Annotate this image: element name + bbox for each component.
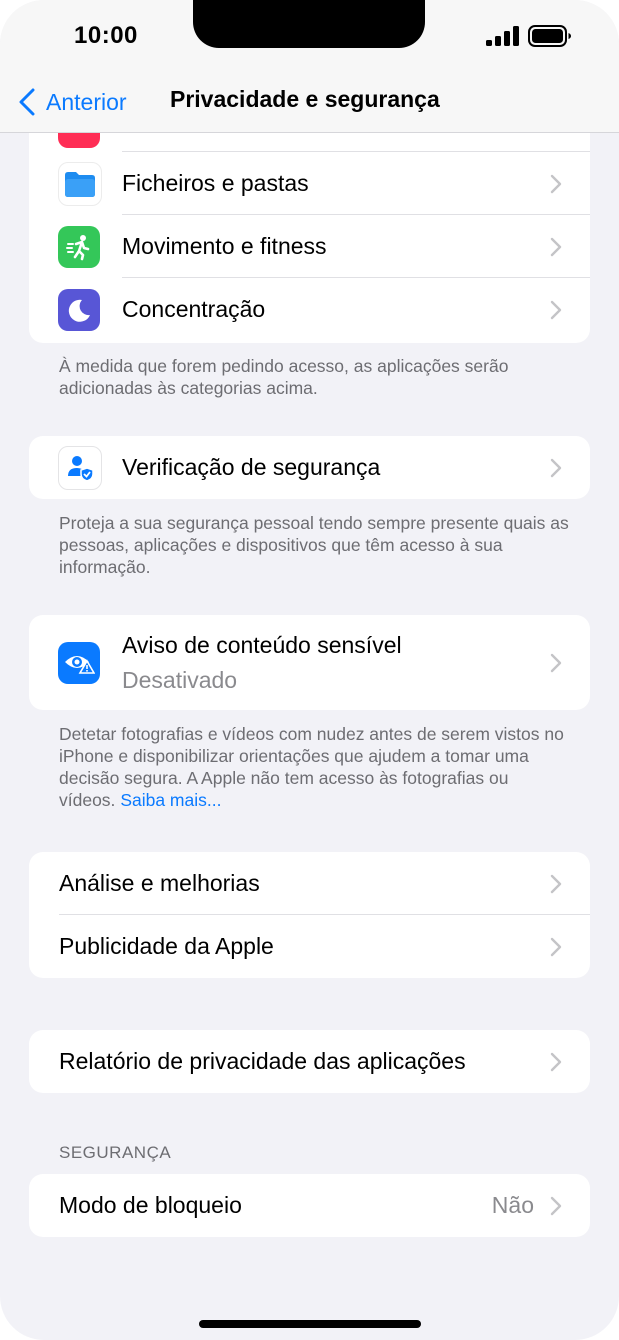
chevron-right-icon [550,1052,562,1071]
list-item-apple-advertising[interactable]: Publicidade da Apple [29,915,590,978]
list-item-label: Movimento e fitness [122,233,327,259]
chevron-right-icon [550,237,562,256]
security-card: Modo de bloqueio Não [29,1174,590,1237]
list-item-files-folders[interactable]: Ficheiros e pastas [29,152,590,215]
status-time: 10:00 [74,22,138,49]
back-button[interactable]: Anterior [18,84,127,120]
back-button-label: Anterior [46,88,127,115]
lockdown-mode-value: Não [491,1192,534,1218]
chevron-left-icon [19,88,35,116]
moon-icon [58,288,100,331]
battery-icon [528,25,571,47]
app-privacy-report-card: Relatório de privacidade das aplicações [29,1030,590,1093]
apps-group-card: Ficheiros e pastas Movimento e fitness C… [29,100,590,343]
app-privacy-report-label: Relatório de privacidade das aplicações [59,1048,466,1074]
top-bar: 10:00 Anterior Privacidade e segurança [0,0,619,133]
list-item-label: Publicidade da Apple [59,933,274,959]
sensitive-content-status: Desativado [122,667,238,693]
analytics-group-card: Análise e melhorias Publicidade da Apple [29,852,590,978]
sensitive-content-footer: Detetar fotografias e vídeos com nudez a… [59,723,569,811]
chevron-right-icon [550,1196,562,1215]
folder-icon [58,161,102,206]
chevron-right-icon [550,937,562,956]
cellular-signal-icon [486,26,519,46]
security-section-header: SEGURANÇA [59,1143,172,1162]
app-privacy-report-row[interactable]: Relatório de privacidade das aplicações [29,1030,590,1093]
page-title: Privacidade e segurança [170,86,440,112]
running-figure-icon [58,225,100,268]
apps-group-footer: À medida que forem pedindo acesso, as ap… [59,356,509,398]
list-item-motion-fitness[interactable]: Movimento e fitness [29,215,590,278]
chevron-right-icon [550,874,562,893]
list-item-label: Concentração [122,296,266,322]
list-item-analytics[interactable]: Análise e melhorias [29,852,590,915]
chevron-right-icon [550,174,562,193]
lockdown-mode-row[interactable]: Modo de bloqueio Não [29,1174,590,1237]
person-shield-icon [58,445,102,490]
learn-more-link[interactable]: Saiba mais... [120,790,221,810]
home-indicator[interactable] [199,1320,421,1328]
notch [193,0,425,48]
chevron-right-icon [550,458,562,477]
chevron-right-icon [550,300,562,319]
sensitive-content-label: Aviso de conteúdo sensível [122,632,402,658]
list-item-label: Ficheiros e pastas [122,170,309,196]
safety-check-footer: Proteja a sua segurança pessoal tendo se… [59,513,569,577]
phone-screen: Ficheiros e pastas Movimento e fitness C… [0,0,619,1340]
safety-check-label: Verificação de segurança [122,454,381,480]
sensitive-content-card: Aviso de conteúdo sensível Desativado [29,615,590,710]
lockdown-mode-label: Modo de bloqueio [59,1192,242,1218]
eye-warning-icon [58,642,100,684]
chevron-right-icon [550,653,562,672]
safety-check-row[interactable]: Verificação de segurança [29,436,590,499]
list-item-focus[interactable]: Concentração [29,278,590,341]
safety-check-card: Verificação de segurança [29,436,590,499]
sensitive-content-row[interactable]: Aviso de conteúdo sensível Desativado [29,615,590,710]
list-item-label: Análise e melhorias [59,870,260,896]
